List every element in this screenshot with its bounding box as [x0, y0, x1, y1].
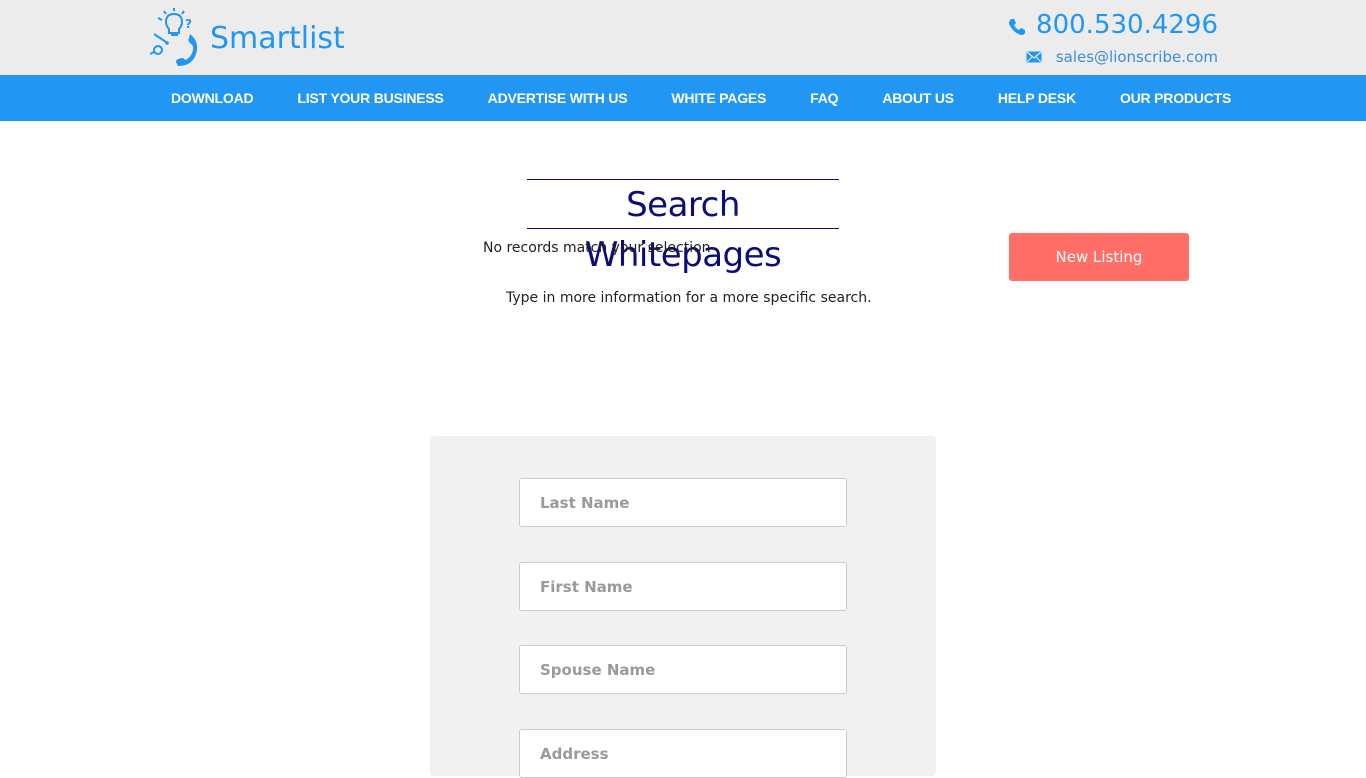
search-hint: Type in more information for a more spec… — [506, 290, 872, 306]
nav-download[interactable]: DOWNLOAD — [149, 75, 275, 121]
nav-about-us[interactable]: ABOUT US — [860, 75, 976, 121]
main-nav: DOWNLOAD LIST YOUR BUSINESS ADVERTISE WI… — [0, 75, 1366, 121]
phone-icon — [1009, 19, 1026, 35]
logo-text: Smartlist — [210, 21, 345, 56]
spouse-name-input[interactable] — [519, 645, 847, 694]
search-form — [430, 436, 936, 778]
nav-advertise-with-us[interactable]: ADVERTISE WITH US — [466, 75, 650, 121]
nav-our-products[interactable]: OUR PRODUCTS — [1098, 75, 1253, 121]
email-row: sales@lionscribe.com — [1008, 46, 1218, 68]
nav-faq[interactable]: FAQ — [788, 75, 860, 121]
phone-row: 800.530.4296 — [1008, 8, 1218, 42]
last-name-input[interactable] — [519, 478, 847, 527]
phone-lightbulb-logo-icon: ? — [150, 8, 198, 66]
page-title-wrapper: Search Whitepages — [527, 179, 839, 275]
top-header: ? Smartlist 800.530.4296 sales@lionscrib… — [0, 0, 1366, 75]
nav-list: DOWNLOAD LIST YOUR BUSINESS ADVERTISE WI… — [149, 75, 1253, 121]
mail-icon — [1026, 51, 1042, 63]
nav-list-your-business[interactable]: LIST YOUR BUSINESS — [275, 75, 465, 121]
page-title: Search Whitepages — [584, 185, 782, 275]
logo-link[interactable]: ? Smartlist — [150, 8, 345, 66]
first-name-input[interactable] — [519, 562, 847, 611]
contact-info: 800.530.4296 sales@lionscribe.com — [1008, 8, 1218, 68]
nav-white-pages[interactable]: WHITE PAGES — [649, 75, 788, 121]
nav-help-desk[interactable]: HELP DESK — [976, 75, 1098, 121]
new-listing-button[interactable]: New Listing — [1009, 233, 1189, 281]
phone-number-link[interactable]: 800.530.4296 — [1036, 8, 1218, 42]
email-link[interactable]: sales@lionscribe.com — [1056, 46, 1218, 68]
no-records-message: No records match your selection — [483, 240, 711, 256]
svg-text:?: ? — [185, 17, 192, 31]
address-input[interactable] — [519, 729, 847, 778]
